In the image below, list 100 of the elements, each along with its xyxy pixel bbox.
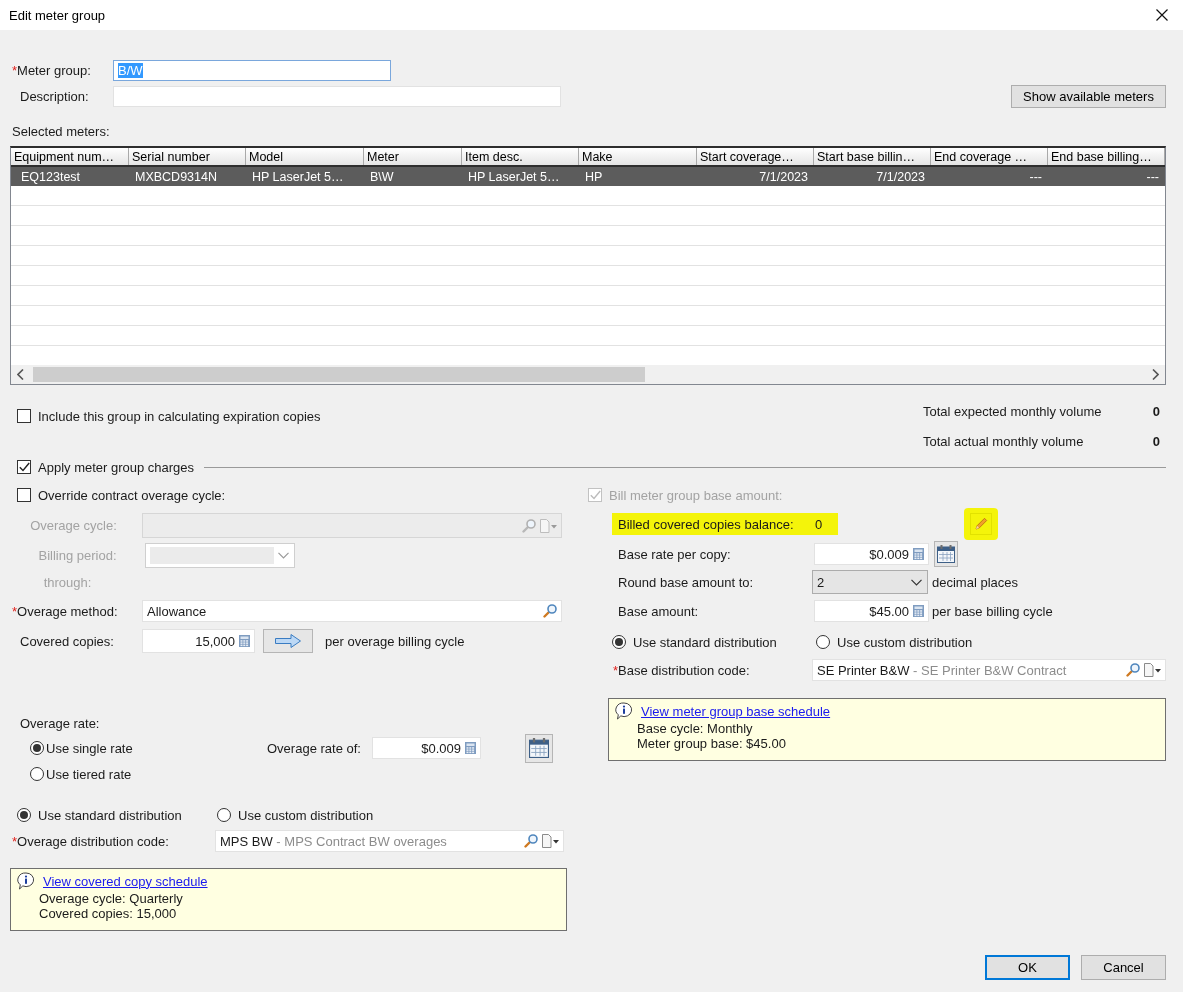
table-cell-text: ---: [1145, 168, 1160, 186]
calculator-icon: [913, 548, 924, 560]
column-header[interactable]: Serial number: [129, 148, 246, 165]
column-header[interactable]: Item desc.: [462, 148, 579, 165]
total-label: Total expected monthly volume: [923, 403, 1102, 419]
field-label: Base rate per copy:: [618, 546, 731, 562]
show-meters-button[interactable]: Show available meters: [1011, 85, 1166, 108]
section-label: Selected meters:: [12, 124, 110, 139]
column-header[interactable]: Model: [246, 148, 364, 165]
radio-button[interactable]: [612, 635, 626, 649]
horizontal-scrollbar[interactable]: [11, 365, 1165, 384]
table-cell-text: ---: [1028, 168, 1043, 186]
field-label: Overage rate of:: [267, 740, 361, 756]
checkbox[interactable]: [17, 460, 31, 474]
column-header[interactable]: Meter: [364, 148, 462, 165]
table-cell-text: 7/1/2023: [875, 168, 926, 186]
field-label: *Overage distribution code:: [12, 833, 169, 849]
radio-button[interactable]: [17, 808, 31, 822]
table-cell-text: HP LaserJet 5…: [251, 168, 345, 186]
covered-copies-field[interactable]: 15,000: [142, 629, 255, 653]
checkbox-label: Override contract overage cycle:: [38, 487, 226, 503]
dialog-button[interactable]: OK: [985, 955, 1070, 980]
total-value: 0: [1152, 433, 1160, 449]
field-suffix: per overage billing cycle: [325, 633, 465, 649]
chevron-down-icon: [911, 578, 922, 586]
search-icon[interactable]: [1126, 663, 1140, 677]
scroll-left-icon[interactable]: [17, 369, 24, 380]
field-label: Billed covered copies balance:: [618, 516, 794, 532]
total-label: Total actual monthly volume: [923, 433, 1084, 449]
field-value: 0: [815, 516, 823, 532]
field-label: Round base amount to:: [618, 574, 754, 590]
field-label: *Meter group:: [12, 62, 91, 78]
checkbox-label: Apply meter group charges: [38, 459, 195, 475]
base-amount-field[interactable]: $45.00: [814, 600, 929, 622]
search-icon[interactable]: [524, 834, 538, 848]
field-label: Billing period:: [38, 548, 117, 563]
info-icon: [615, 702, 633, 720]
radio-button[interactable]: [30, 767, 44, 781]
table-cell-text: HP: [584, 168, 604, 186]
round-select[interactable]: 2: [812, 570, 928, 594]
info-text: Base cycle: Monthly: [637, 721, 753, 736]
field-label: *Overage method:: [12, 603, 118, 619]
page-dropdown-icon[interactable]: [542, 834, 559, 848]
radio-label: Use standard distribution: [633, 634, 777, 650]
radio-button[interactable]: [816, 635, 830, 649]
overage-method-field[interactable]: Allowance: [142, 600, 562, 622]
calculator-icon: [464, 742, 476, 754]
radio-label: Use standard distribution: [38, 807, 182, 823]
pencil-icon: [974, 517, 989, 531]
arrow-right-icon: [275, 634, 301, 648]
radio-label: Use custom distribution: [238, 807, 374, 823]
total-value: 0: [1152, 403, 1160, 419]
schedule-button[interactable]: [524, 733, 553, 763]
checkbox[interactable]: [17, 409, 31, 423]
dialog-button[interactable]: Cancel: [1081, 955, 1166, 980]
radio-button[interactable]: [30, 741, 44, 755]
column-header[interactable]: End coverage …: [931, 148, 1048, 165]
column-header[interactable]: Equipment num…: [11, 148, 129, 165]
page-dropdown-icon[interactable]: [1144, 663, 1161, 677]
field-label: Covered copies:: [20, 633, 114, 649]
scroll-right-icon[interactable]: [1152, 369, 1159, 380]
column-header[interactable]: Start base billin…: [814, 148, 931, 165]
field-suffix: decimal places: [932, 574, 1018, 590]
column-header[interactable]: End base billing…: [1048, 148, 1165, 165]
field-label: *Base distribution code:: [613, 662, 750, 678]
schedule-link[interactable]: View meter group base schedule: [641, 703, 831, 719]
radio-button[interactable]: [217, 808, 231, 822]
info-text: Covered copies: 15,000: [39, 906, 177, 921]
scrollbar-thumb[interactable]: [33, 367, 645, 382]
calendar-icon: [937, 545, 955, 563]
table-cell-text: HP LaserJet 5…: [467, 168, 561, 186]
calculator-icon: [913, 605, 924, 617]
calculator-icon: [239, 635, 250, 647]
field-suffix: per base billing cycle: [932, 603, 1053, 619]
base-rate-field[interactable]: $0.009: [814, 543, 929, 565]
column-header[interactable]: Make: [579, 148, 697, 165]
radio-label: Use custom distribution: [837, 634, 973, 650]
table-cell-text: MXBCD9314N: [134, 168, 218, 186]
field-label: Description:: [20, 89, 89, 104]
column-header[interactable]: Start coverage…: [697, 148, 814, 165]
description-field[interactable]: [113, 86, 561, 107]
table-row[interactable]: EQ123test MXBCD9314N HP LaserJet 5… B\W HP LaserJet 5… HP 7/1/2023 7/1/2023 --- ---: [11, 167, 1165, 186]
checkbox[interactable]: [17, 488, 31, 502]
distribution-code-field[interactable]: MPS BW - MPS Contract BW overages: [215, 830, 564, 852]
chevron-down-icon: [278, 552, 289, 559]
checkbox-label: Include this group in calculating expiration copies: [38, 408, 321, 424]
search-icon[interactable]: [543, 604, 557, 618]
overage-rate-field[interactable]: $0.009: [371, 737, 481, 759]
field-label: Base amount:: [618, 603, 699, 619]
window-title: Edit meter group: [9, 7, 106, 23]
distribution-code-field[interactable]: SE Printer B&W - SE Printer B&W Contract: [812, 659, 1166, 681]
radio-label: Use single rate: [46, 740, 133, 756]
info-icon: [17, 872, 35, 890]
field-label: Overage cycle:: [30, 518, 117, 533]
arrow-button[interactable]: [263, 629, 313, 653]
schedule-button[interactable]: [934, 541, 958, 567]
table-cell-text: B\W: [369, 168, 395, 186]
close-icon: [1156, 9, 1168, 21]
info-text: Overage cycle: Quarterly: [39, 891, 183, 906]
schedule-link[interactable]: View covered copy schedule: [43, 873, 208, 889]
